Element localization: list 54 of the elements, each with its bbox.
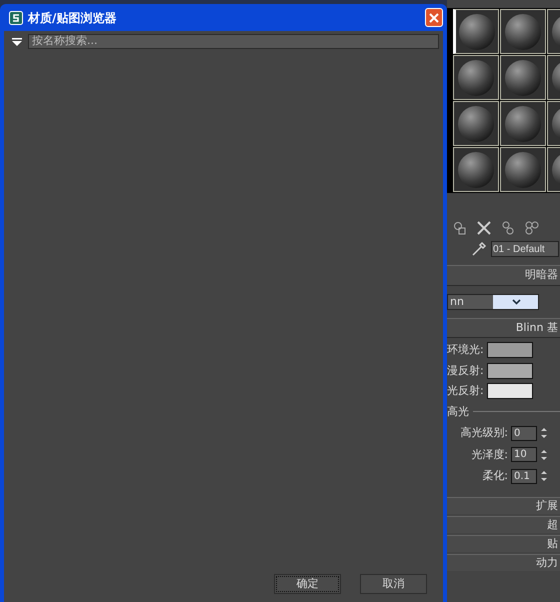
rollout-header[interactable]: 扩展 <box>447 496 560 514</box>
color-swatch[interactable] <box>486 383 533 400</box>
rollout-header[interactable]: Blinn 基 <box>447 318 560 338</box>
spinner-label: 柔化: <box>482 468 508 484</box>
color-swatch[interactable] <box>486 362 533 379</box>
rollout-header[interactable]: 动力 <box>447 554 560 570</box>
spinner-arrows-icon[interactable] <box>540 469 548 484</box>
spinner-label: 高光级别: <box>460 425 508 441</box>
sphere-icon <box>457 104 495 142</box>
material-slot[interactable] <box>453 9 499 54</box>
color-label: 环境光: <box>447 342 484 358</box>
material-slot[interactable] <box>453 101 499 146</box>
sphere-icon <box>504 58 542 96</box>
group-label: 高光 <box>447 404 469 420</box>
material-slot[interactable] <box>500 55 546 100</box>
spinner-arrows-icon[interactable] <box>540 426 548 440</box>
spheres-icon[interactable] <box>525 221 539 235</box>
color-label: 光反射: <box>447 383 484 399</box>
close-icon <box>429 12 439 22</box>
dropdown-triangle-icon[interactable] <box>12 38 22 46</box>
spinner-label: 光泽度: <box>471 446 508 462</box>
spinner-field[interactable]: 0 <box>511 426 537 441</box>
spinner-field[interactable]: 10 <box>511 447 537 462</box>
spinner-arrows-icon[interactable] <box>540 448 548 462</box>
sphere-icon <box>504 150 542 188</box>
material-slot[interactable] <box>500 9 546 54</box>
material-slot[interactable] <box>453 147 499 192</box>
spinner-field[interactable]: 0.1 <box>511 468 537 484</box>
linked-circles-icon[interactable] <box>501 221 515 235</box>
sphere-icon <box>457 150 495 188</box>
material-name-field[interactable]: 01 - Default <box>491 241 559 257</box>
app-icon <box>9 10 23 24</box>
sphere-icon <box>504 104 542 142</box>
color-label: 漫反射: <box>447 362 484 378</box>
eyedropper-icon[interactable] <box>471 241 487 257</box>
sphere-icon <box>457 58 495 96</box>
search-field[interactable]: 按名称搜索... <box>28 34 439 49</box>
material-slot[interactable] <box>500 147 546 192</box>
sphere-icon <box>504 12 542 50</box>
dialog-button[interactable]: 取消 <box>360 574 427 594</box>
rollout-header[interactable]: 超 <box>447 516 560 532</box>
color-swatch[interactable] <box>486 342 533 358</box>
rollout-header[interactable]: 贴 <box>447 534 560 552</box>
dialog-button[interactable]: 确定 <box>274 574 341 594</box>
window-title: 材质/贴图浏览器 <box>28 10 116 26</box>
close-button[interactable] <box>425 8 443 27</box>
delete-icon[interactable] <box>477 221 491 235</box>
chevron-down-icon <box>512 298 521 304</box>
material-slots-icon[interactable] <box>453 221 467 235</box>
material-slot[interactable] <box>500 101 546 146</box>
shader-dropdown[interactable]: nn <box>447 294 539 310</box>
sphere-icon <box>458 12 496 50</box>
material-slot[interactable] <box>453 55 499 100</box>
rollout-header[interactable]: 明暗器 <box>447 265 560 286</box>
